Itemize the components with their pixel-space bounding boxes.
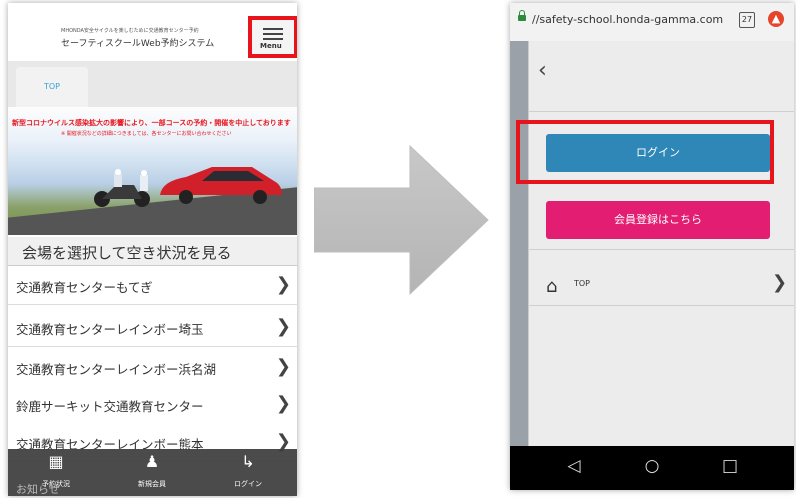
login-icon: ↳: [241, 452, 255, 471]
nav-login[interactable]: ↳ ログイン: [200, 451, 296, 496]
tab-count-icon[interactable]: 27: [739, 12, 755, 28]
venue-name: 交通教育センターレインボー埼玉: [16, 322, 204, 337]
venue-name: 交通教育センターレインボー浜名湖: [16, 362, 217, 377]
add-user-icon: ♟: [144, 452, 160, 471]
site-title: セーフティスクールWeb予約システム: [61, 39, 215, 49]
back-triangle-icon[interactable]: ◁: [554, 456, 594, 476]
chevron-right-icon: ❯: [275, 393, 291, 414]
venue-item[interactable]: 交通教育センターレインボー埼玉 ❯: [8, 308, 297, 347]
header-tagline: MHONDA安全サイクルを楽しむために交通教育センター予約: [61, 28, 199, 34]
hero-banner: 新型コロナウイルス感染拡大の影響により、一部コースの予約・開催を中止しております…: [8, 107, 297, 235]
chevron-right-icon[interactable]: ❯: [772, 272, 787, 293]
nav-new-member[interactable]: ♟ 新規会員: [104, 451, 200, 496]
home-icon: ⌂: [546, 276, 558, 297]
menu-label: Menu: [260, 42, 282, 50]
nav-label: 予約状況: [42, 480, 70, 488]
banner-subnotice: ※ 開催状況などの詳細につきましては、各センターにお問い合わせください: [61, 131, 232, 137]
divider: [528, 111, 794, 112]
venue-name: 交通教育センターもてぎ: [16, 280, 153, 295]
left-phone-screen: MHONDA安全サイクルを楽しむために交通教育センター予約 セーフティスクールW…: [8, 3, 297, 496]
calendar-edit-icon: ▦: [48, 452, 64, 471]
back-chevron-icon[interactable]: ‹: [538, 58, 547, 83]
venue-list-heading: 会場を選択して空き状況を見る: [8, 237, 297, 266]
banner-notice: 新型コロナウイルス感染拡大の影響により、一部コースの予約・開催を中止しております: [12, 119, 291, 127]
url-text[interactable]: //safety-school.honda-gamma.com: [532, 13, 723, 26]
menu-top-link[interactable]: TOP: [574, 279, 590, 288]
android-navigation-bar: ◁ ○ □: [510, 446, 794, 490]
venue-item[interactable]: 交通教育センターレインボー浜名湖 ❯: [8, 348, 297, 387]
venue-name: 鈴鹿サーキット交通教育センター: [16, 399, 204, 414]
hamburger-icon: [263, 25, 283, 43]
venue-item[interactable]: 鈴鹿サーキット交通教育センター ❯: [8, 385, 297, 424]
right-phone-screen: //safety-school.honda-gamma.com 27 ▲ ‹ ロ…: [510, 3, 794, 490]
recents-square-icon[interactable]: □: [710, 456, 750, 476]
browser-menu-icon[interactable]: ▲: [768, 11, 784, 27]
nav-reservation-status[interactable]: ▦ 予約状況: [8, 451, 104, 496]
divider: [528, 305, 794, 306]
nav-label: ログイン: [234, 480, 262, 488]
motorcycle-image: [94, 169, 150, 207]
bottom-navigation: お知らせ ▦ 予約状況 ♟ 新規会員 ↳ ログイン: [8, 449, 297, 496]
side-menu-panel: [528, 41, 794, 446]
nav-label: 新規会員: [138, 480, 166, 488]
venue-item[interactable]: 交通教育センターもてぎ ❯: [8, 266, 297, 305]
login-button[interactable]: ログイン: [546, 134, 770, 172]
page-behind-menu: [510, 41, 528, 446]
chevron-right-icon: ❯: [275, 356, 291, 377]
venue-heading-text: 会場を選択して空き状況を見る: [22, 244, 232, 262]
register-button[interactable]: 会員登録はこちら: [546, 201, 770, 239]
menu-button[interactable]: Menu: [248, 16, 297, 58]
chevron-right-icon: ❯: [275, 316, 291, 337]
transition-arrow-icon: [314, 144, 489, 296]
tab-top[interactable]: TOP: [16, 67, 88, 107]
divider: [528, 249, 794, 250]
tab-top-label: TOP: [43, 82, 60, 91]
lock-icon: [518, 10, 526, 21]
browser-url-bar[interactable]: //safety-school.honda-gamma.com 27 ▲: [510, 3, 794, 42]
car-image: [160, 167, 282, 204]
chevron-right-icon: ❯: [275, 274, 291, 295]
home-circle-icon[interactable]: ○: [632, 456, 672, 476]
